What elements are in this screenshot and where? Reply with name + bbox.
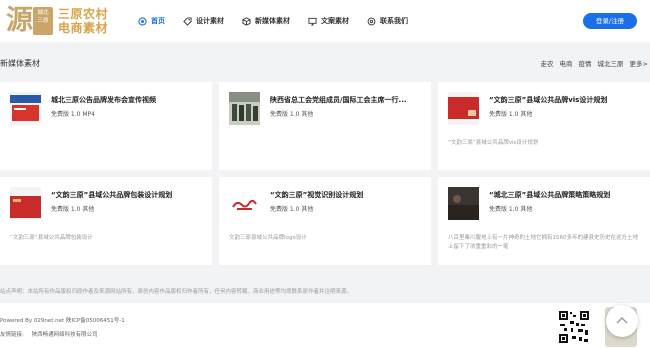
card-thumbnail[interactable] <box>10 92 41 125</box>
tag-item[interactable]: 电商 <box>560 58 573 68</box>
material-card[interactable]: “文韵三原”县域公共品牌包装设计规划 免费版 1.0 其他 “文韵三原”县域公共… <box>0 177 212 265</box>
nav-label: 设计素材 <box>196 17 224 25</box>
card-meta: 免费版 1.0 其他 <box>270 206 314 213</box>
header: 源 城北 三原 三原农村 电商素材 首页 设计素材 新媒体素材 文案素材 联系我… <box>0 0 650 42</box>
card-title[interactable]: “城北三原”县域公共品牌策略策略规划 <box>489 190 641 200</box>
login-register-button[interactable]: 登录/注册 <box>583 13 637 29</box>
card-thumbnail[interactable] <box>229 187 260 220</box>
back-to-top-button[interactable] <box>606 305 638 337</box>
tag-item[interactable]: 城北三原 <box>598 58 624 68</box>
friend-link[interactable]: 陕西畅通网络科技有限公司 <box>32 332 98 338</box>
nav-item-contact[interactable]: 联系我们 <box>367 14 408 28</box>
logo-line-1: 三原农村 <box>58 7 109 21</box>
card-thumbnail[interactable] <box>10 187 41 220</box>
chevron-up-icon <box>616 316 628 326</box>
logo-seal: 城北 三原 <box>33 7 53 35</box>
main-nav: 首页 设计素材 新媒体素材 文案素材 联系我们 <box>138 14 426 28</box>
seal-line-2: 三原 <box>37 18 49 24</box>
material-card[interactable]: “文韵三原”县域公共品牌vis设计规划 免费版 1.0 其他 “文韵三原”县域公… <box>438 82 650 170</box>
card-meta: 免费版 1.0 其他 <box>51 206 95 213</box>
nav-label: 文案素材 <box>321 17 349 25</box>
nav-item-newmedia[interactable]: 新媒体素材 <box>242 14 290 28</box>
card-description: 八百里秦川腹地上有一片神奇的土地它拥有1560多年的建县史历史在这方土地上留下了… <box>448 235 638 250</box>
nav-item-copywriting[interactable]: 文案素材 <box>308 14 349 28</box>
site-disclaimer: 站点声明：本站所有作品版权归原作者及来源网站所有，原创内容作品版权归作者所有，任… <box>0 289 353 295</box>
card-meta: 免费版 1.0 其他 <box>489 206 533 213</box>
material-card[interactable]: 城北三原公告品牌发布会宣传视频 免费版 1.0 MP4 <box>0 82 212 170</box>
settings-icon <box>367 17 376 26</box>
logo-mark[interactable]: 源 <box>6 6 33 36</box>
tag-icon <box>183 16 192 26</box>
friend-links-label: 友情链接: <box>0 332 24 338</box>
card-title[interactable]: 陕西省总工会党组成员/国际工会主席一行... <box>270 95 422 105</box>
nav-label: 联系我们 <box>380 17 408 25</box>
material-card[interactable]: “文韵三原”视觉识别设计规划 免费版 1.0 其他 文韵三原县域公共品牌logo… <box>219 177 431 265</box>
card-title[interactable]: “文韵三原”县域公共品牌vis设计规划 <box>489 95 641 105</box>
material-card[interactable]: “城北三原”县域公共品牌策略策略规划 免费版 1.0 其他 八百里秦川腹地上有一… <box>438 177 650 265</box>
card-meta: 免费版 1.0 其他 <box>489 111 533 118</box>
friend-links: 友情链接: 陕西畅通网络科技有限公司 <box>0 330 104 338</box>
logo-text[interactable]: 三原农村 电商素材 <box>58 7 108 35</box>
more-link[interactable]: 更多> <box>630 58 648 68</box>
card-thumbnail[interactable] <box>229 92 260 125</box>
nav-item-design[interactable]: 设计素材 <box>183 14 224 28</box>
card-title[interactable]: “文韵三原”县域公共品牌包装设计规划 <box>51 190 203 200</box>
card-title[interactable]: “文韵三原”视觉识别设计规划 <box>270 190 422 200</box>
material-card[interactable]: 陕西省总工会党组成员/国际工会主席一行... 免费版 1.0 其他 <box>219 82 431 170</box>
card-thumbnail[interactable] <box>448 92 479 125</box>
card-description: “文韵三原”县域公共品牌vis设计规划 <box>448 140 539 146</box>
seal-line-1: 城北 <box>37 10 49 16</box>
cube-icon <box>242 16 251 26</box>
monitor-icon <box>308 17 317 26</box>
logo-line-2: 电商素材 <box>58 21 109 35</box>
nav-label: 首页 <box>151 17 165 25</box>
card-meta: 免费版 1.0 MP4 <box>51 111 95 118</box>
footer-powered-by[interactable]: Powered By 029net.net 陕ICP备05006451号-1 <box>0 316 125 324</box>
tag-item[interactable]: 疫情 <box>579 58 592 68</box>
card-meta: 免费版 1.0 其他 <box>270 111 314 118</box>
nav-label: 新媒体素材 <box>255 17 290 25</box>
card-description: 文韵三原县域公共品牌logo设计 <box>229 235 307 241</box>
qr-code-icon <box>558 309 590 345</box>
tag-item[interactable]: 走农 <box>541 58 554 68</box>
section-title: 新媒体素材 <box>0 59 40 68</box>
tag-list: 走农 电商 疫情 城北三原 更多> <box>535 58 648 68</box>
card-title[interactable]: 城北三原公告品牌发布会宣传视频 <box>51 95 203 105</box>
footer: Powered By 029net.net 陕ICP备05006451号-1 友… <box>0 303 650 348</box>
target-icon <box>138 16 147 26</box>
nav-item-home[interactable]: 首页 <box>138 14 165 28</box>
card-thumbnail[interactable] <box>448 187 479 220</box>
card-description: “文韵三原”县域公共品牌包装设计 <box>10 235 93 241</box>
